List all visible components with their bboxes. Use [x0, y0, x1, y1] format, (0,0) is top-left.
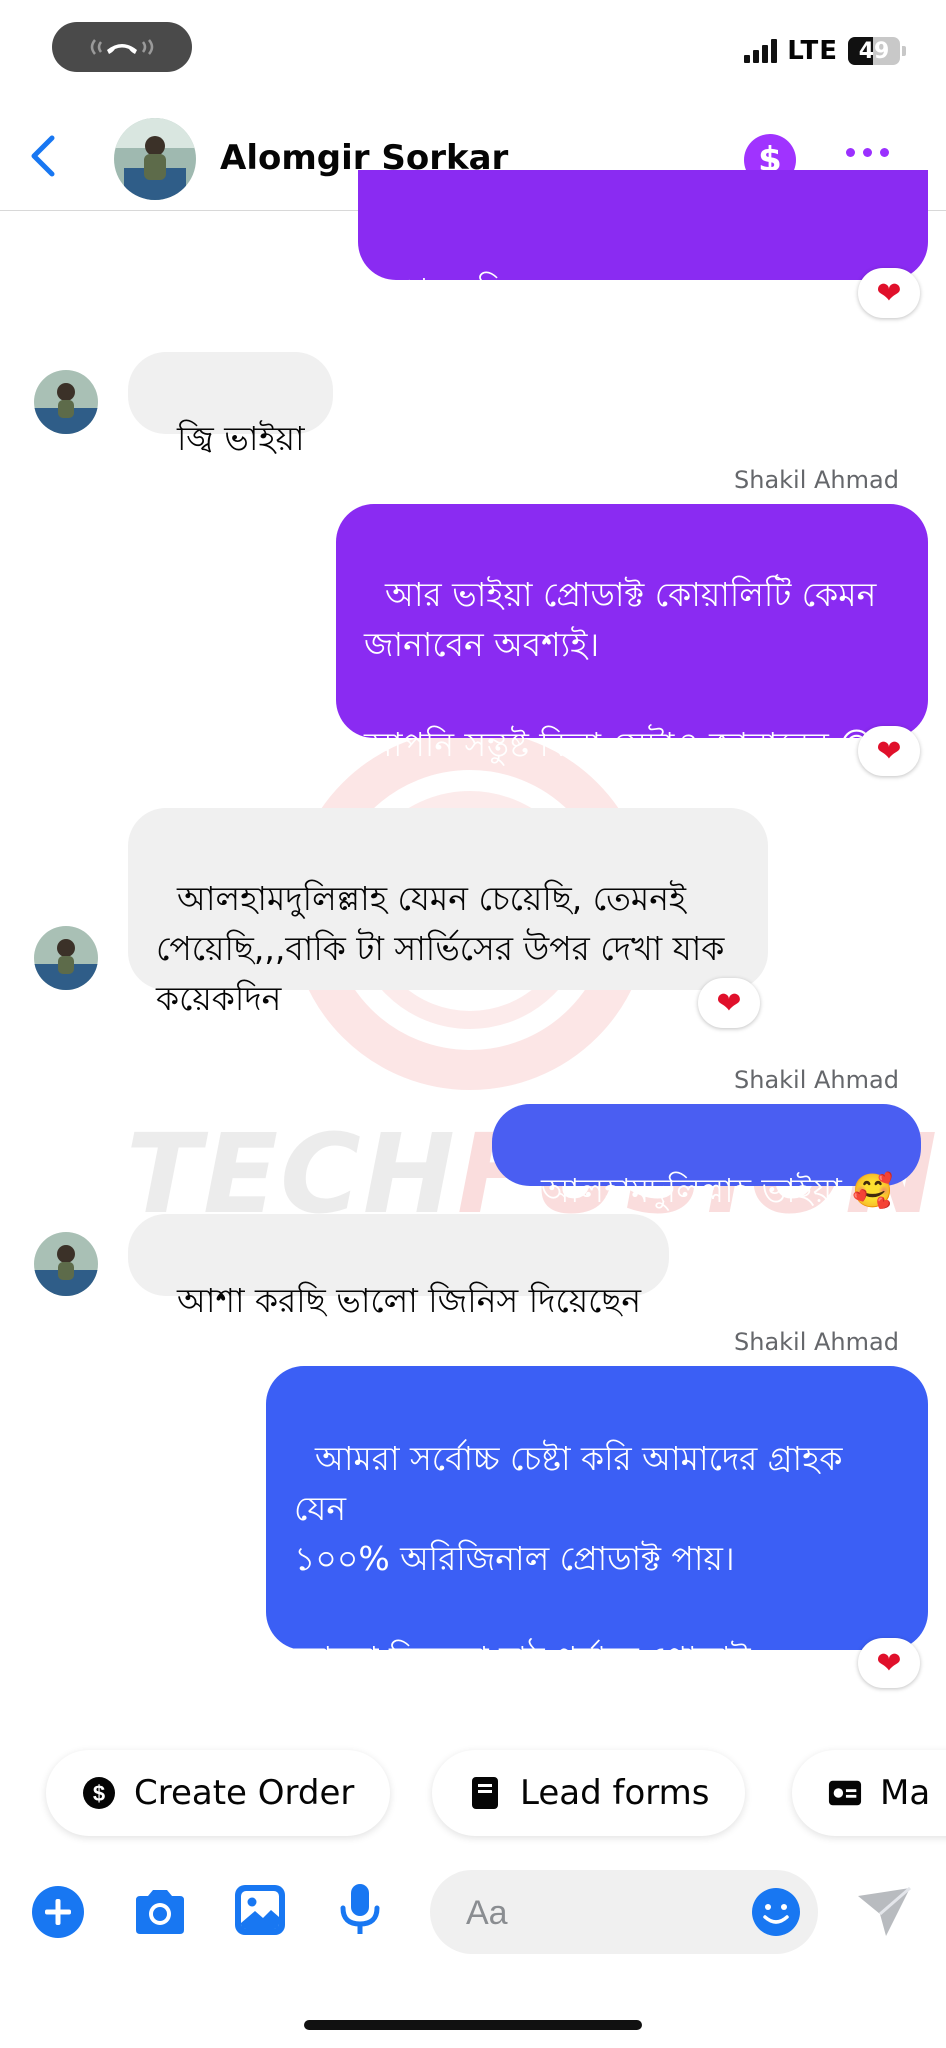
reaction-heart[interactable]: ❤: [858, 1638, 920, 1688]
contact-avatar[interactable]: [114, 118, 196, 200]
voice-message-button[interactable]: [332, 1882, 388, 1938]
phone-call-icon: [90, 39, 154, 55]
gallery-button[interactable]: [232, 1882, 288, 1938]
reaction-heart[interactable]: ❤: [698, 978, 760, 1028]
message-bubble-outgoing[interactable]: আর ভাইয়া প্রোডাক্ট কোয়ালিটি কেমন জানাব…: [336, 504, 928, 764]
manage-chip[interactable]: Ma: [792, 1750, 946, 1836]
form-icon: [468, 1776, 502, 1810]
home-indicator: [304, 2020, 642, 2030]
message-bubble-incoming[interactable]: জ্বি ভাইয়া: [128, 352, 333, 458]
heart-icon: ❤: [876, 733, 902, 769]
message-bubble-outgoing[interactable]: খুলে নিবেন।: [358, 170, 928, 310]
sender-avatar[interactable]: [34, 1232, 98, 1296]
message-input[interactable]: [464, 1888, 728, 1938]
message-bubble-outgoing[interactable]: আমরা সর্বোচ্চ চেষ্টা করি আমাদের গ্রাহক য…: [266, 1366, 928, 1728]
message-bubble-outgoing[interactable]: আলহামদুলিল্লাহ ভাইয়া 🥰: [492, 1104, 922, 1210]
svg-text:$: $: [93, 1781, 105, 1806]
reaction-heart[interactable]: ❤: [858, 726, 920, 776]
smiley-icon: [752, 1888, 800, 1936]
dollar-circle-icon: $: [82, 1776, 116, 1810]
heart-icon: ❤: [876, 275, 902, 311]
status-indicators: LTE 49: [744, 36, 906, 66]
more-dot-icon: [846, 148, 855, 157]
image-icon: [235, 1885, 285, 1935]
heart-icon: ❤: [716, 985, 742, 1021]
sender-name: Shakil Ahmad: [734, 1328, 899, 1356]
message-bubble-incoming[interactable]: আলহামদুলিল্লাহ যেমন চেয়েছি, তেমনই পেয়ে…: [128, 808, 768, 1018]
battery-level: 49: [858, 38, 890, 64]
battery-icon: 49: [848, 37, 900, 65]
network-type: LTE: [787, 36, 838, 66]
send-button[interactable]: [856, 1884, 912, 1940]
microphone-icon: [340, 1884, 380, 1934]
sender-name: Shakil Ahmad: [734, 466, 899, 494]
back-button[interactable]: [24, 134, 64, 178]
create-order-chip[interactable]: $ Create Order: [46, 1750, 391, 1836]
sender-avatar[interactable]: [34, 926, 98, 990]
camera-button[interactable]: [132, 1884, 188, 1940]
lead-forms-chip[interactable]: Lead forms: [432, 1750, 746, 1836]
plus-icon: [32, 1886, 84, 1938]
emoji-button[interactable]: [750, 1886, 802, 1938]
camera-icon: [136, 1890, 184, 1934]
send-icon: [858, 1886, 911, 1936]
message-bubble-incoming[interactable]: আশা করছি ভালো জিনিস দিয়েছেন: [128, 1214, 670, 1320]
chevron-left-icon: [31, 135, 55, 177]
more-options-button[interactable]: [846, 148, 889, 157]
id-card-icon: [828, 1776, 862, 1810]
message-input-container[interactable]: [430, 1870, 818, 1954]
signal-icon: [744, 39, 778, 63]
heart-icon: ❤: [876, 1645, 902, 1681]
active-call-pill[interactable]: [52, 22, 192, 72]
sender-name: Shakil Ahmad: [734, 1066, 899, 1094]
add-button[interactable]: [30, 1884, 86, 1940]
sender-avatar[interactable]: [34, 370, 98, 434]
reaction-heart[interactable]: ❤: [858, 268, 920, 318]
